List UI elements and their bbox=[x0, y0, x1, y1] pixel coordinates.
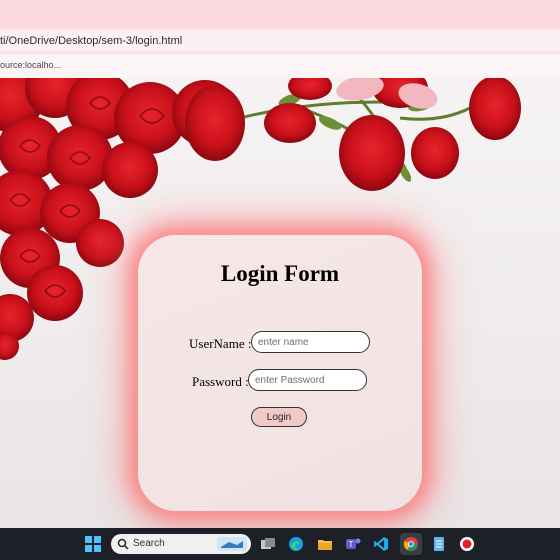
bookmark-item[interactable]: ource:localho... bbox=[0, 60, 61, 70]
file-explorer-icon[interactable] bbox=[316, 535, 334, 553]
login-button[interactable]: Login bbox=[251, 407, 307, 427]
url-text[interactable]: ti/OneDrive/Desktop/sem-3/login.html bbox=[0, 35, 182, 47]
vscode-icon[interactable] bbox=[372, 535, 390, 553]
record-icon[interactable] bbox=[458, 535, 476, 553]
edge-icon[interactable] bbox=[287, 535, 305, 553]
search-label: Search bbox=[133, 538, 165, 549]
chrome-icon[interactable] bbox=[400, 533, 422, 555]
notepad-icon[interactable] bbox=[430, 535, 448, 553]
password-input[interactable] bbox=[248, 369, 367, 391]
task-view-icon[interactable] bbox=[259, 535, 277, 553]
form-title: Login Form bbox=[220, 261, 340, 286]
windows-start-icon[interactable] bbox=[84, 535, 102, 553]
taskbar-search-box[interactable]: Search bbox=[111, 534, 251, 554]
search-icon bbox=[117, 537, 129, 555]
password-label: Password :- bbox=[192, 374, 254, 389]
login-card: Login Form UserName :- Password :- Login bbox=[138, 235, 422, 511]
search-highlight-icon bbox=[217, 537, 247, 556]
teams-icon[interactable]: T bbox=[344, 535, 362, 553]
svg-text:T: T bbox=[349, 540, 354, 549]
username-label: UserName :- bbox=[189, 336, 256, 351]
bookmarks-bar bbox=[0, 54, 560, 78]
username-input[interactable] bbox=[251, 331, 370, 353]
page-content: Login Form UserName :- Password :- Login bbox=[0, 78, 560, 528]
browser-tab-strip bbox=[0, 0, 560, 28]
